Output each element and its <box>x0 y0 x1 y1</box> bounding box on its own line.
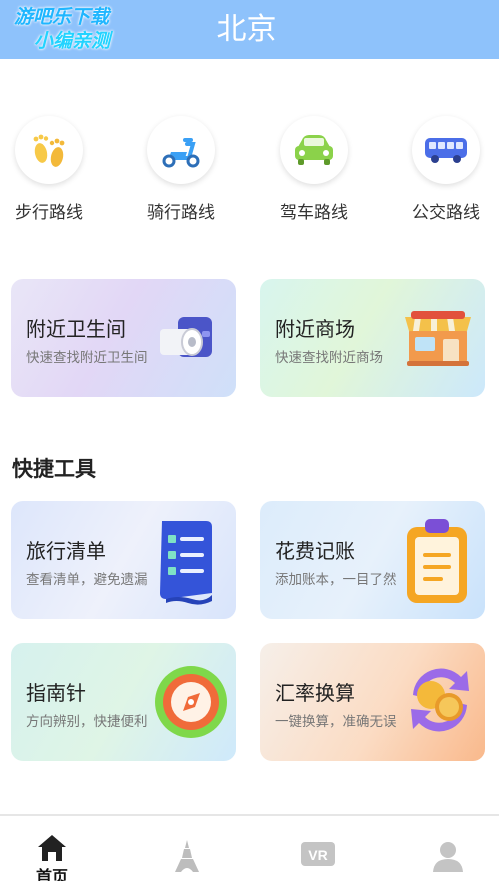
travel-checklist-subtitle: 查看清单，避免遗漏 <box>26 572 148 587</box>
nearby-toilet-card[interactable]: 附近卫生间 快速查找附近卫生间 <box>11 279 236 397</box>
tab-vr[interactable]: VR <box>256 816 380 881</box>
nearby-toilet-subtitle: 快速查找附近卫生间 <box>26 350 148 365</box>
bike-route-button[interactable]: 骑行路线 <box>131 116 231 223</box>
compass-title: 指南针 <box>26 683 86 705</box>
clipboard-icon <box>401 513 473 607</box>
eiffel-tower-icon <box>169 838 205 874</box>
nearby-mall-card[interactable]: 附近商场 快速查找附近商场 <box>260 279 485 397</box>
currency-exchange-title: 汇率换算 <box>275 683 355 705</box>
footprints-icon <box>15 116 83 184</box>
bike-route-label: 骑行路线 <box>147 203 215 222</box>
compass-subtitle: 方向辨别，快捷便利 <box>26 714 148 729</box>
bus-route-label: 公交路线 <box>412 203 480 222</box>
expense-ledger-title: 花费记账 <box>275 541 355 563</box>
bottom-tab-bar: 首页 VR <box>0 814 499 881</box>
drive-route-button[interactable]: 驾车路线 <box>264 116 364 223</box>
currency-exchange-card[interactable]: 汇率换算 一键换算，准确无误 <box>260 643 485 761</box>
user-icon <box>430 838 466 874</box>
scooter-icon <box>147 116 215 184</box>
tab-attractions[interactable] <box>125 816 249 881</box>
drive-route-label: 驾车路线 <box>280 203 348 222</box>
shop-icon <box>401 301 473 373</box>
home-icon <box>34 830 70 866</box>
tab-home[interactable]: 首页 <box>0 816 114 881</box>
tab-home-label: 首页 <box>35 869 68 881</box>
expense-ledger-subtitle: 添加账本，一目了然 <box>275 572 397 587</box>
tab-profile[interactable] <box>386 816 499 881</box>
route-shortcuts: 步行路线 骑行路线 驾车路线 公交路线 <box>0 116 499 226</box>
car-icon <box>280 116 348 184</box>
vr-icon: VR <box>300 840 336 876</box>
travel-checklist-card[interactable]: 旅行清单 查看清单，避免遗漏 <box>11 501 236 619</box>
bus-route-button[interactable]: 公交路线 <box>396 116 496 223</box>
city-title[interactable]: 北京 <box>0 4 499 48</box>
toilet-paper-icon <box>152 301 224 373</box>
header-bar: 游吧乐下载 小编亲测 北京 <box>0 0 499 59</box>
nearby-toilet-title: 附近卫生间 <box>26 319 126 341</box>
walk-route-label: 步行路线 <box>15 203 83 222</box>
tools-section-title: 快捷工具 <box>12 458 96 481</box>
svg-text:VR: VR <box>308 847 327 863</box>
currency-exchange-subtitle: 一键换算，准确无误 <box>275 714 397 729</box>
compass-card[interactable]: 指南针 方向辨别，快捷便利 <box>11 643 236 761</box>
travel-checklist-title: 旅行清单 <box>26 541 106 563</box>
expense-ledger-card[interactable]: 花费记账 添加账本，一目了然 <box>260 501 485 619</box>
nearby-mall-title: 附近商场 <box>275 319 355 341</box>
nearby-mall-subtitle: 快速查找附近商场 <box>275 350 383 365</box>
walk-route-button[interactable]: 步行路线 <box>0 116 99 223</box>
checklist-icon <box>148 515 228 605</box>
currency-exchange-icon <box>399 659 481 741</box>
bus-icon <box>412 116 480 184</box>
compass-icon <box>152 663 230 741</box>
